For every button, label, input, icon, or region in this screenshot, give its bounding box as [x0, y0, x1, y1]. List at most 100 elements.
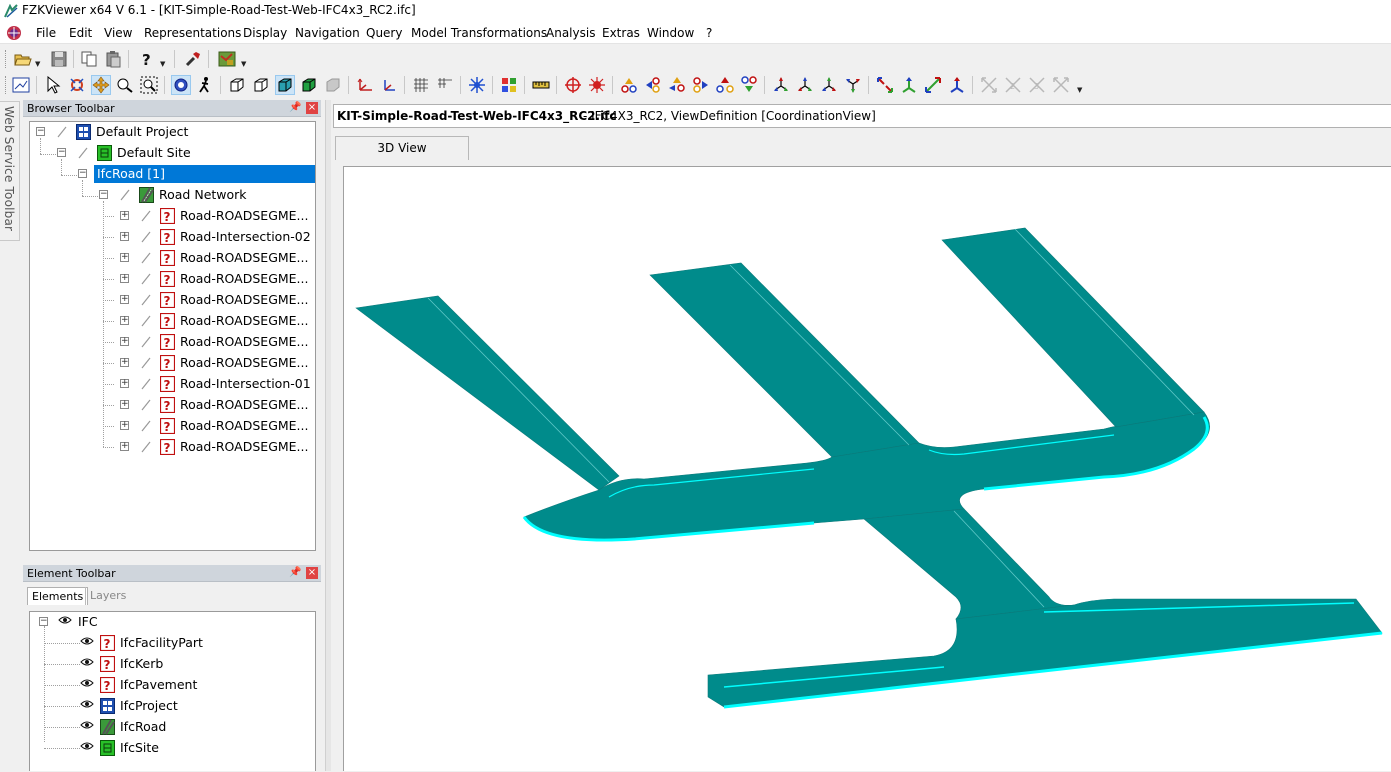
menu-navigation[interactable]: Navigation — [295, 26, 360, 40]
pin-icon[interactable]: 📌 — [289, 102, 301, 114]
view-top-icon[interactable] — [620, 76, 638, 94]
pin-icon[interactable]: 📌 — [289, 567, 301, 579]
iso-view-1-icon[interactable] — [772, 76, 790, 94]
tree-row-road-element[interactable]: +? Road-ROADSEGME... — [103, 395, 315, 416]
tab-3d-view[interactable]: 3D View — [335, 136, 469, 160]
road-model-render[interactable] — [344, 167, 1391, 772]
camera-4-icon[interactable] — [1052, 76, 1070, 94]
ruler-icon[interactable] — [532, 76, 550, 94]
fit-view-3-icon[interactable] — [924, 76, 942, 94]
tree-row-road-element[interactable]: +? Road-ROADSEGME... — [103, 206, 315, 227]
menu-help[interactable]: ? — [706, 26, 712, 40]
eye-icon[interactable] — [80, 678, 94, 688]
hidden-line-box-icon[interactable] — [252, 76, 270, 94]
tree-row-default-site[interactable]: − Default Site — [51, 143, 315, 164]
camera-dropdown-icon[interactable]: ▼ — [1077, 86, 1082, 94]
tree-row-road-element[interactable]: +? Road-ROADSEGME... — [103, 290, 315, 311]
collapse-toggle[interactable]: − — [99, 190, 108, 199]
help-icon[interactable]: ? — [137, 50, 155, 68]
eye-icon[interactable] — [80, 699, 94, 709]
view-right-icon[interactable] — [692, 76, 710, 94]
visibility-slash-icon[interactable] — [140, 440, 152, 454]
light-icon[interactable] — [468, 76, 486, 94]
fit-view-4-icon[interactable] — [948, 76, 966, 94]
iso-view-3-icon[interactable] — [820, 76, 838, 94]
transparent-box-icon[interactable] — [324, 76, 342, 94]
tab-elements[interactable]: Elements — [27, 587, 89, 605]
element-row[interactable]: IfcRoad — [30, 717, 315, 738]
camera-1-icon[interactable] — [980, 76, 998, 94]
color-palette-icon[interactable] — [500, 76, 518, 94]
menu-window[interactable]: Window — [647, 26, 694, 40]
app-logo-icon[interactable] — [6, 25, 22, 41]
view-front-icon[interactable] — [668, 76, 686, 94]
eye-icon[interactable] — [80, 636, 94, 646]
shaded-edges-box-icon[interactable] — [300, 76, 318, 94]
tree-row-road-network[interactable]: − Road Network — [93, 185, 315, 206]
expand-toggle[interactable]: + — [120, 232, 129, 241]
tab-layers[interactable]: Layers — [85, 587, 130, 605]
menu-file[interactable]: File — [36, 26, 56, 40]
walk-icon[interactable] — [196, 76, 214, 94]
collapse-toggle[interactable]: − — [39, 617, 48, 626]
menu-query[interactable]: Query — [366, 26, 402, 40]
menu-edit[interactable]: Edit — [69, 26, 92, 40]
toolbar-grip[interactable] — [5, 50, 8, 68]
visibility-slash-icon[interactable] — [140, 398, 152, 412]
element-row-ifc[interactable]: − IFC — [30, 612, 315, 633]
tree-row-road-element[interactable]: +? Road-ROADSEGME... — [103, 332, 315, 353]
menu-representations[interactable]: Representations — [144, 26, 241, 40]
open-file-icon[interactable] — [14, 50, 32, 68]
zoom-icon[interactable] — [116, 76, 134, 94]
paste-icon[interactable] — [104, 50, 122, 68]
menu-display[interactable]: Display — [243, 26, 287, 40]
web-service-toolbar-tab[interactable]: Web Service Toolbar — [0, 101, 20, 241]
map-dropdown-icon[interactable]: ▼ — [241, 60, 246, 68]
eye-icon[interactable] — [58, 615, 72, 625]
wireframe-box-icon[interactable] — [228, 76, 246, 94]
pan-icon[interactable] — [91, 75, 111, 95]
tree-row-road-element[interactable]: +? Road-ROADSEGME... — [103, 353, 315, 374]
eye-icon[interactable] — [80, 720, 94, 730]
camera-3-icon[interactable]: 3 — [1028, 76, 1046, 94]
map-icon[interactable] — [218, 50, 236, 68]
iso-view-4-icon[interactable] — [844, 76, 862, 94]
element-row[interactable]: IfcProject — [30, 696, 315, 717]
fit-view-1-icon[interactable] — [876, 76, 894, 94]
tree-row-road-element[interactable]: +? Road-ROADSEGME... — [103, 416, 315, 437]
expand-toggle[interactable]: + — [120, 400, 129, 409]
tree-row-road-element[interactable]: +? Road-ROADSEGME... — [103, 437, 315, 458]
toolbar-grip-2[interactable] — [5, 76, 8, 94]
help-dropdown-icon[interactable]: ▼ — [160, 60, 165, 68]
visibility-slash-icon[interactable] — [140, 335, 152, 349]
open-dropdown-icon[interactable]: ▼ — [35, 60, 40, 68]
tree-row-default-project[interactable]: − Default Project — [30, 122, 315, 143]
copy-icon[interactable] — [80, 50, 98, 68]
expand-toggle[interactable]: + — [120, 442, 129, 451]
local-axes-icon[interactable] — [380, 76, 398, 94]
menu-model-transformations[interactable]: Model Transformations — [411, 26, 547, 40]
camera-2-icon[interactable]: 2 — [1004, 76, 1022, 94]
orbit-icon[interactable] — [171, 75, 191, 95]
visibility-slash-icon[interactable] — [56, 125, 68, 139]
expand-toggle[interactable]: + — [120, 379, 129, 388]
zoom-extents-icon[interactable] — [12, 76, 30, 94]
tree-row-road-element[interactable]: +? Road-Intersection-01 — [103, 374, 315, 395]
visibility-slash-icon[interactable] — [140, 314, 152, 328]
visibility-slash-icon[interactable] — [119, 188, 131, 202]
save-icon[interactable] — [50, 50, 68, 68]
visibility-slash-icon[interactable] — [140, 293, 152, 307]
3d-viewport[interactable] — [343, 166, 1391, 771]
element-row[interactable]: IfcSite — [30, 738, 315, 759]
collapse-toggle[interactable]: − — [57, 148, 66, 157]
select-pointer-icon[interactable] — [44, 76, 62, 94]
visibility-slash-icon[interactable] — [140, 419, 152, 433]
expand-toggle[interactable]: + — [120, 211, 129, 220]
element-row[interactable]: ? IfcKerb — [30, 654, 315, 675]
menu-analysis[interactable]: Analysis — [546, 26, 595, 40]
tree-row-road-element[interactable]: +? Road-ROADSEGME... — [103, 311, 315, 332]
menu-view[interactable]: View — [104, 26, 132, 40]
expand-toggle[interactable]: + — [120, 316, 129, 325]
collapse-toggle[interactable]: − — [78, 169, 87, 178]
bounding-grid-icon[interactable] — [436, 76, 454, 94]
